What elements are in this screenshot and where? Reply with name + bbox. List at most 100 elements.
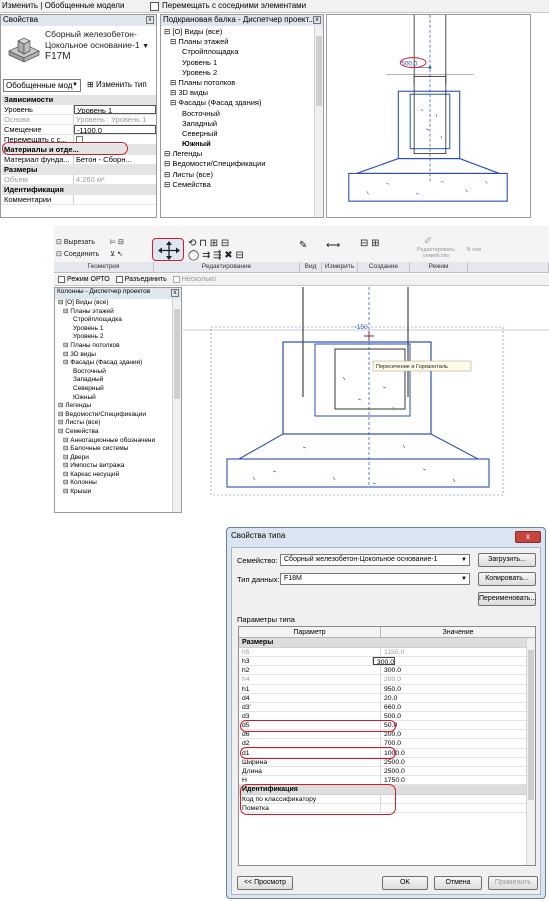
tree-node[interactable]: ⊟ Импосты витража: [55, 462, 173, 471]
project-browser-scrollbar[interactable]: [172, 299, 181, 512]
tree-node[interactable]: ⊟ Ведомости/Спецификации: [161, 159, 313, 169]
tree-node[interactable]: Уровень 2: [55, 333, 173, 342]
type-selector[interactable]: Сборный железобетон-Цокольное основание-…: [45, 29, 149, 62]
parameter-value[interactable]: 200.0: [381, 730, 535, 738]
parameter-value[interactable]: [381, 804, 535, 812]
tree-node[interactable]: ⊟ [O] Виды (все): [55, 299, 173, 308]
parameter-value[interactable]: [381, 795, 535, 803]
tree-node[interactable]: Северный: [161, 129, 313, 139]
tree-node[interactable]: ⊟ Легенды: [55, 402, 173, 411]
tree-node[interactable]: Восточный: [161, 109, 313, 119]
scrollbar-thumb[interactable]: [316, 36, 322, 106]
close-button[interactable]: x: [515, 531, 541, 543]
tree-node[interactable]: ⊟ Каркас несущий: [55, 471, 173, 480]
property-value[interactable]: Бетон - Сборн...: [74, 155, 156, 164]
mirror-icon[interactable]: ◯ ⇉ ⇶ ✖ ⊟: [188, 250, 244, 261]
create-icon[interactable]: ⊟ ⊞: [360, 238, 380, 249]
tree-node[interactable]: Стройплощадка: [55, 316, 173, 325]
cut-button[interactable]: ⊡ Вырезать: [56, 238, 95, 246]
column-header-parameter[interactable]: Параметр: [239, 627, 381, 637]
join-button[interactable]: ⊡ Соединить: [56, 250, 99, 258]
tree-node[interactable]: ⊟ Балочные системы: [55, 445, 173, 454]
parameter-value[interactable]: 660.0: [381, 703, 535, 711]
column-header-value[interactable]: Значение: [381, 627, 535, 637]
tree-node[interactable]: Уровень 1: [55, 325, 173, 334]
scrollbar-thumb[interactable]: [528, 650, 534, 800]
property-value[interactable]: -1100.0: [74, 125, 156, 134]
property-value[interactable]: Уровень : Уровень 1: [74, 115, 156, 124]
ok-button[interactable]: OK: [382, 876, 428, 890]
tree-node[interactable]: Уровень 2: [161, 68, 313, 78]
tree-node[interactable]: ⊟ Легенды: [161, 149, 313, 159]
parameter-value[interactable]: 20.0: [381, 694, 535, 702]
tree-node[interactable]: ⊟ Фасады (Фасад здания): [161, 98, 313, 108]
align-icon[interactable]: ⊨ ⊟: [110, 238, 124, 246]
parameter-value[interactable]: 300.0: [372, 657, 395, 666]
tree-node[interactable]: Южный: [161, 139, 313, 149]
properties-section-header[interactable]: Зависимости: [2, 95, 156, 105]
tree-node[interactable]: ⊟ Листы (все): [55, 419, 173, 428]
scrollbar-thumb[interactable]: [174, 309, 180, 399]
tree-node[interactable]: ⊟ Колонны: [55, 479, 173, 488]
parameter-value[interactable]: 1750.0: [381, 776, 535, 784]
rename-button[interactable]: Переименовать...: [478, 592, 536, 606]
parameter-value[interactable]: 950.0: [381, 685, 535, 693]
tree-node[interactable]: Южный: [55, 394, 173, 403]
family-combo[interactable]: Сборный железобетон-Цокольное основание-…: [280, 554, 470, 566]
move-with-nearby-checkbox[interactable]: [150, 2, 159, 11]
properties-section-header[interactable]: Идентификация: [2, 185, 156, 195]
property-value[interactable]: [74, 195, 156, 204]
close-icon[interactable]: x: [146, 16, 154, 24]
apply-button[interactable]: Применить: [488, 876, 538, 890]
drawing-view-move[interactable]: ~150 Пересечение и Горизонталь: [183, 287, 549, 513]
tree-node[interactable]: ⊟ Планы этажей: [55, 308, 173, 317]
grid-scrollbar[interactable]: [526, 638, 535, 865]
tree-node[interactable]: ⊟ Листы (все): [161, 170, 313, 180]
project-browser-scrollbar[interactable]: [314, 26, 323, 217]
parameter-value[interactable]: 2500.0: [381, 767, 535, 775]
close-icon[interactable]: x: [313, 16, 321, 24]
disjoin-checkbox[interactable]: [115, 275, 123, 283]
tree-node[interactable]: ⊟ Двери: [55, 454, 173, 463]
tree-node[interactable]: Северный: [55, 385, 173, 394]
parameter-value[interactable]: 50.0: [381, 721, 535, 729]
tree-node[interactable]: ⊟ Семейства: [55, 428, 173, 437]
tree-node[interactable]: Западный: [55, 376, 173, 385]
tree-node[interactable]: ⊟ Аннотационные обозначени: [55, 437, 173, 446]
tree-node[interactable]: ⊟ Планы этажей: [161, 37, 313, 47]
measure-icon[interactable]: ⟷: [326, 240, 340, 251]
tree-node[interactable]: ⊟ [O] Виды (все): [161, 27, 313, 37]
parameter-value[interactable]: 300.0: [381, 666, 535, 674]
tree-node[interactable]: ⊟ Планы потолков: [161, 78, 313, 88]
preview-button[interactable]: << Просмотр: [237, 876, 293, 890]
close-icon[interactable]: x: [171, 289, 179, 297]
tree-node[interactable]: ⊟ Ведомости/Спецификации: [55, 411, 173, 420]
property-value[interactable]: Уровень 1: [74, 105, 156, 114]
properties-section-header[interactable]: Размеры: [2, 165, 156, 175]
pick-icon[interactable]: ⊻ ↖: [110, 250, 123, 258]
parameter-group-header[interactable]: Размеры: [239, 638, 535, 648]
tree-node[interactable]: ⊟ 3D виды: [161, 88, 313, 98]
tree-node[interactable]: ⊟ Планы потолков: [55, 342, 173, 351]
move-button[interactable]: [152, 238, 184, 261]
property-value[interactable]: 4.260 м³: [74, 175, 156, 184]
parameter-value[interactable]: 2500.0: [381, 758, 535, 766]
ortho-checkbox[interactable]: [58, 275, 65, 283]
drawing-view-elevation[interactable]: 500.0: [326, 14, 531, 218]
view-icon[interactable]: ✎: [299, 240, 307, 251]
category-dropdown[interactable]: Обобщенные мод ▼: [3, 79, 81, 92]
tree-node[interactable]: ⊟ Крыши: [55, 488, 173, 497]
edit-type-button[interactable]: ⊞ Изменить тип: [87, 80, 147, 89]
parameter-value[interactable]: 500.0: [381, 712, 535, 720]
tree-node[interactable]: ⊟ 3D виды: [55, 351, 173, 360]
rotate-icon[interactable]: ⟲ ⊓ ⊞ ⊟: [188, 238, 229, 249]
tree-node[interactable]: ⊟ Семейства: [161, 180, 313, 190]
tree-node[interactable]: Стройплощадка: [161, 47, 313, 57]
cancel-button[interactable]: Отмена: [434, 876, 482, 890]
parameter-value[interactable]: 700.0: [381, 739, 535, 747]
duplicate-button[interactable]: Копировать...: [478, 572, 536, 586]
parameter-value[interactable]: 1000.0: [381, 749, 535, 757]
tree-node[interactable]: Уровень 1: [161, 58, 313, 68]
tree-node[interactable]: Западный: [161, 119, 313, 129]
type-combo[interactable]: F18M ▼: [280, 573, 470, 585]
